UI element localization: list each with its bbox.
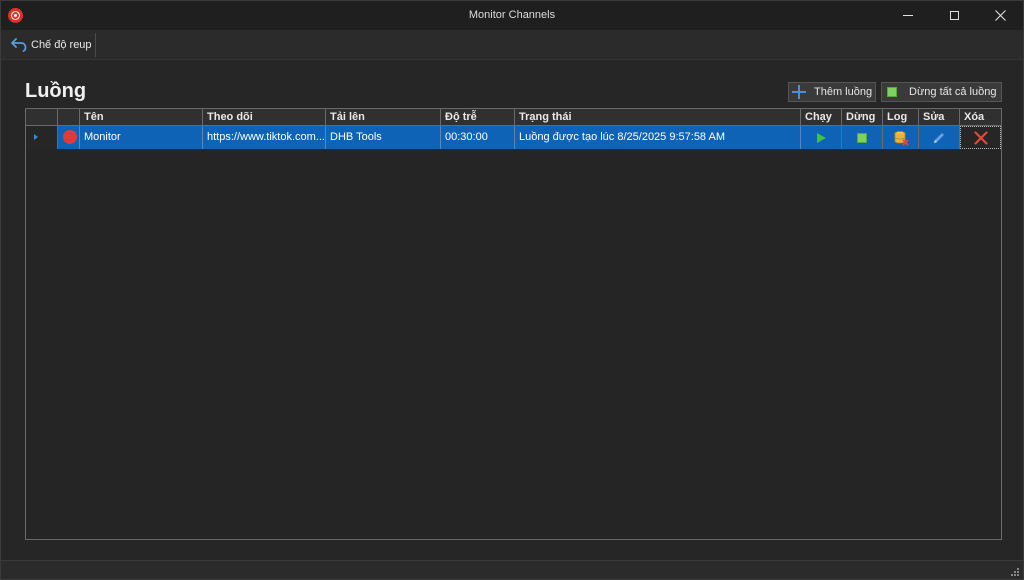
row-selector[interactable] (26, 126, 58, 149)
header-upload[interactable]: Tải lên (326, 109, 441, 126)
plus-icon (792, 85, 806, 99)
resize-grip-icon[interactable] (1011, 568, 1019, 576)
minimize-button[interactable] (885, 1, 931, 30)
name-cell[interactable]: Monitor (80, 126, 203, 149)
header-follow[interactable]: Theo dõi (203, 109, 326, 126)
table-row[interactable]: Monitor https://www.tiktok.com... DHB To… (26, 126, 1001, 149)
close-x-icon (973, 130, 988, 145)
status-bar (1, 560, 1023, 579)
minimize-icon (903, 15, 913, 16)
maximize-button[interactable] (931, 1, 977, 30)
header-name[interactable]: Tên (80, 109, 203, 126)
pencil-icon (932, 131, 946, 145)
header-log[interactable]: Log (883, 109, 919, 126)
header-status (58, 109, 80, 126)
reup-mode-label: Chế độ reup (31, 39, 92, 51)
stop-all-label: Dừng tất cả luồng (909, 86, 997, 98)
toolbar: Chế độ reup (1, 30, 1023, 60)
toolbar-divider (95, 33, 96, 57)
maximize-icon (949, 11, 959, 20)
undo-arrow-icon (11, 38, 27, 52)
log-button[interactable] (883, 126, 919, 149)
stop-icon (857, 132, 867, 143)
stop-all-streams-button[interactable]: Dừng tất cả luồng (881, 82, 1002, 102)
run-button[interactable] (801, 126, 842, 149)
stop-button[interactable] (842, 126, 883, 149)
row-pointer-icon (34, 134, 38, 140)
add-stream-button[interactable]: Thêm luồng (788, 82, 876, 102)
status-text-cell[interactable]: Luồng được tạo lúc 8/25/2025 9:57:58 AM (515, 126, 801, 149)
grid-header: Tên Theo dõi Tải lên Độ trễ Trạng thái C… (26, 109, 1001, 126)
streams-grid[interactable]: Tên Theo dõi Tải lên Độ trễ Trạng thái C… (25, 108, 1002, 540)
page-title: Luồng (25, 80, 87, 102)
close-button[interactable] (977, 1, 1023, 30)
header-run[interactable]: Chạy (801, 109, 842, 126)
title-bar: Monitor Channels (1, 1, 1023, 30)
header-row-selector (26, 109, 58, 126)
header-delay[interactable]: Độ trễ (441, 109, 515, 126)
database-delete-icon (893, 130, 909, 146)
stop-square-icon (887, 87, 897, 97)
edit-button[interactable] (919, 126, 960, 149)
add-stream-label: Thêm luồng (814, 86, 873, 98)
close-icon (994, 10, 1006, 21)
play-icon (816, 132, 826, 143)
main-content: Luồng Thêm luồng Dừng tất cả luồng Tên T… (1, 60, 1023, 560)
header-edit[interactable]: Sửa (919, 109, 960, 126)
window-title: Monitor Channels (468, 9, 556, 21)
header-stop[interactable]: Dừng (842, 109, 883, 126)
main-window: Monitor Channels Chế độ reup Luồng Thêm … (0, 0, 1024, 580)
delete-button[interactable] (960, 126, 1001, 149)
header-status-text[interactable]: Trạng thái (515, 109, 801, 126)
header-delete[interactable]: Xóa (960, 109, 1001, 126)
status-cell (58, 126, 80, 149)
follow-cell[interactable]: https://www.tiktok.com... (203, 126, 326, 149)
delay-cell[interactable]: 00:30:00 (441, 126, 515, 149)
upload-cell[interactable]: DHB Tools (326, 126, 441, 149)
reup-mode-button[interactable]: Chế độ reup (7, 34, 96, 56)
status-dot-icon (63, 130, 77, 144)
